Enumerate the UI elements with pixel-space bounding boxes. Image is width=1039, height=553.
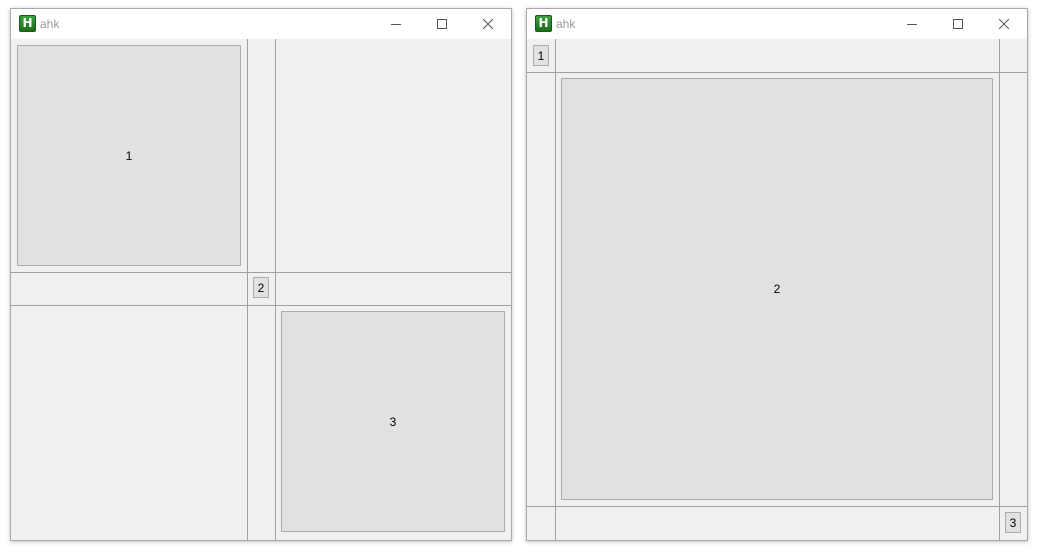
autohotkey-icon: H bbox=[19, 15, 36, 32]
maximize-button[interactable] bbox=[419, 9, 465, 39]
close-icon bbox=[483, 19, 493, 29]
button-3[interactable]: 3 bbox=[281, 311, 505, 532]
window-client-area: 1 2 3 bbox=[527, 39, 1027, 540]
minimize-icon bbox=[391, 24, 401, 25]
autohotkey-icon: H bbox=[535, 15, 552, 32]
window-client-area: 1 2 3 bbox=[11, 39, 511, 540]
close-button[interactable] bbox=[981, 9, 1027, 39]
horizontal-separator bbox=[527, 72, 1027, 73]
window-1: H ahk 1 2 3 bbox=[10, 8, 512, 541]
vertical-separator bbox=[555, 39, 556, 540]
close-icon bbox=[999, 19, 1009, 29]
horizontal-separator bbox=[11, 305, 511, 306]
maximize-button[interactable] bbox=[935, 9, 981, 39]
minimize-icon bbox=[907, 24, 917, 25]
button-2[interactable]: 2 bbox=[561, 78, 993, 500]
horizontal-separator bbox=[11, 272, 511, 273]
button-1[interactable]: 1 bbox=[533, 45, 549, 66]
window-title: ahk bbox=[40, 17, 60, 31]
window-2: H ahk 1 2 3 bbox=[526, 8, 1028, 541]
minimize-button[interactable] bbox=[889, 9, 935, 39]
titlebar[interactable]: H ahk bbox=[11, 9, 511, 39]
vertical-separator bbox=[275, 39, 276, 540]
close-button[interactable] bbox=[465, 9, 511, 39]
minimize-button[interactable] bbox=[373, 9, 419, 39]
window-title: ahk bbox=[556, 17, 576, 31]
button-3[interactable]: 3 bbox=[1005, 512, 1021, 533]
maximize-icon bbox=[437, 19, 447, 29]
horizontal-separator bbox=[527, 506, 1027, 507]
titlebar[interactable]: H ahk bbox=[527, 9, 1027, 39]
vertical-separator bbox=[999, 39, 1000, 540]
vertical-separator bbox=[247, 39, 248, 540]
button-2[interactable]: 2 bbox=[253, 277, 269, 298]
button-1[interactable]: 1 bbox=[17, 45, 241, 266]
maximize-icon bbox=[953, 19, 963, 29]
